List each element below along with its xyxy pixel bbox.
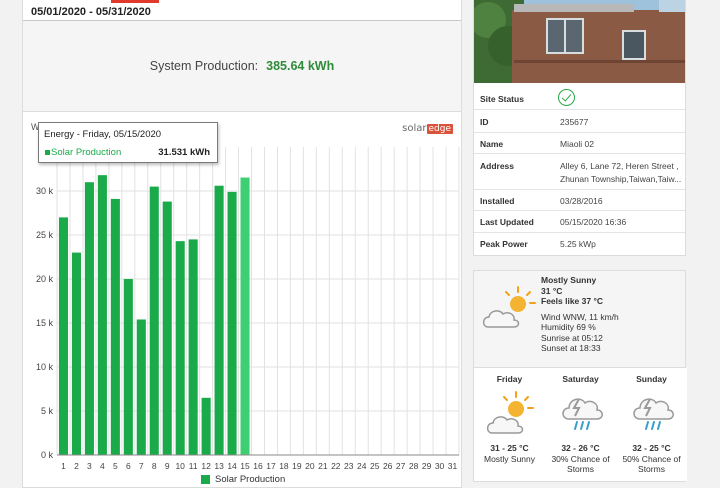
site-peak-power-value: 5.25 kWp xyxy=(560,239,596,249)
x-tick-label: 7 xyxy=(139,461,144,471)
site-row-address: Address Alley 6, Lane 72, Heren Street ,… xyxy=(474,154,685,190)
storm-icon xyxy=(557,389,607,441)
tooltip-value: 31.531 kWh xyxy=(158,147,210,158)
bar-day-3[interactable] xyxy=(84,182,94,455)
y-tick-label: 10 k xyxy=(36,362,54,372)
chart-legend[interactable]: Solar Production xyxy=(201,474,285,485)
x-tick-label: 16 xyxy=(253,461,263,471)
x-tick-label: 23 xyxy=(344,461,354,471)
date-range[interactable]: 05/01/2020 - 05/31/2020 xyxy=(31,6,151,18)
site-row-id: ID 235677 xyxy=(474,110,685,133)
legend-label: Solar Production xyxy=(215,474,286,485)
y-tick-label: 25 k xyxy=(36,230,54,240)
x-tick-label: 2 xyxy=(74,461,79,471)
site-id-value: 235677 xyxy=(560,117,589,127)
site-installed-value: 03/28/2016 xyxy=(560,196,603,206)
x-tick-label: 14 xyxy=(227,461,237,471)
energy-chart-svg: 0 k5 k10 k15 k20 k25 k30 k1 2 3 4 5 6 7 8 9 10 11 1… xyxy=(36,147,460,471)
partly-sunny-icon xyxy=(486,389,536,441)
forecast-day-1: Friday 31 - 25 °C Mostly Sunny xyxy=(474,368,545,481)
production-panel: 05/01/2020 - 05/31/2020 System Productio… xyxy=(22,0,462,488)
x-tick-label: 22 xyxy=(331,461,341,471)
x-tick-label: 10 xyxy=(175,461,185,471)
x-tick-label: 6 xyxy=(126,461,131,471)
site-row-last-updated: Last Updated 05/15/2020 16:36 xyxy=(474,211,685,233)
bar-day-15[interactable] xyxy=(240,177,250,455)
site-row-status: Site Status xyxy=(474,86,685,110)
bar-day-9[interactable] xyxy=(162,201,172,455)
date-accent-bar xyxy=(111,0,159,3)
x-tick-label: 26 xyxy=(383,461,393,471)
site-row-installed: Installed 03/28/2016 xyxy=(474,190,685,211)
x-tick-label: 25 xyxy=(370,461,380,471)
forecast-day-2: Saturday 32 - 26 °C 30% Chance of Storms xyxy=(545,368,616,481)
system-production-value: 385.64 kWh xyxy=(266,59,335,73)
y-tick-label: 0 k xyxy=(41,450,54,460)
legend-swatch xyxy=(201,475,210,484)
storm-icon xyxy=(628,389,678,441)
x-tick-label: 24 xyxy=(357,461,367,471)
x-tick-label: 3 xyxy=(87,461,92,471)
x-tick-label: 5 xyxy=(113,461,118,471)
x-tick-label: 30 xyxy=(435,461,445,471)
current-weather: Mostly Sunny 31 °C Feels like 37 °C Wind… xyxy=(541,275,619,353)
chart-tooltip: Energy - Friday, 05/15/2020 Solar Produc… xyxy=(38,122,218,163)
bar-day-11[interactable] xyxy=(188,239,198,455)
forecast-day-3: Sunday 32 - 25 °C 50% Chance of Storms xyxy=(616,368,687,481)
bar-day-14[interactable] xyxy=(227,191,237,455)
site-address-value: Alley 6, Lane 72, Heren Street , Zhunan … xyxy=(560,161,682,184)
x-tick-label: 9 xyxy=(165,461,170,471)
bar-day-7[interactable] xyxy=(136,319,146,455)
x-tick-label: 20 xyxy=(305,461,315,471)
site-status-key: Site Status xyxy=(480,94,524,104)
x-tick-label: 21 xyxy=(318,461,328,471)
x-tick-label: 4 xyxy=(100,461,105,471)
site-photo xyxy=(474,0,685,83)
y-tick-label: 20 k xyxy=(36,274,54,284)
x-tick-label: 12 xyxy=(201,461,211,471)
y-tick-label: 5 k xyxy=(41,406,54,416)
bar-day-8[interactable] xyxy=(149,186,159,455)
x-tick-label: 15 xyxy=(240,461,250,471)
bar-day-13[interactable] xyxy=(214,185,224,455)
x-tick-label: 13 xyxy=(214,461,224,471)
bar-day-6[interactable] xyxy=(123,279,133,455)
weather-panel: Mostly Sunny 31 °C Feels like 37 °C Wind… xyxy=(473,270,687,482)
x-tick-label: 19 xyxy=(292,461,302,471)
x-tick-label: 27 xyxy=(396,461,406,471)
bar-day-10[interactable] xyxy=(175,241,185,455)
partly-sunny-icon xyxy=(480,283,540,338)
site-row-name: Name Miaoli 02 xyxy=(474,133,685,154)
x-tick-label: 8 xyxy=(152,461,157,471)
bar-day-5[interactable] xyxy=(110,198,120,456)
x-tick-label: 31 xyxy=(448,461,458,471)
tooltip-title: Energy - Friday, 05/15/2020 xyxy=(44,129,162,140)
x-tick-label: 29 xyxy=(422,461,432,471)
site-row-peak-power: Peak Power 5.25 kWp xyxy=(474,233,685,255)
system-production-label: System Production: xyxy=(149,59,259,73)
y-tick-label: 30 k xyxy=(36,186,54,196)
tooltip-series-name: Solar Production xyxy=(51,147,122,158)
bar-day-2[interactable] xyxy=(71,252,81,455)
check-circle-icon xyxy=(558,89,575,106)
x-tick-label: 11 xyxy=(189,461,198,471)
x-tick-label: 17 xyxy=(266,461,276,471)
x-tick-label: 1 xyxy=(61,461,66,471)
x-tick-label: 28 xyxy=(409,461,419,471)
solaredge-logo: solar edge xyxy=(402,123,453,134)
tooltip-swatch xyxy=(45,150,50,155)
y-tick-label: 15 k xyxy=(36,318,54,328)
system-production-box: System Production: 385.64 kWh xyxy=(23,21,461,112)
bar-day-12[interactable] xyxy=(201,397,211,455)
bar-day-1[interactable] xyxy=(58,217,69,455)
energy-chart: 0 k5 k 10 k 15 k 20 k 25 k 30 k 1 2 3 4 5 6 7 8 9 10 11 1… xyxy=(23,112,463,488)
site-info-panel: Site Status ID 235677 Name Miaoli 02 Add… xyxy=(473,0,686,256)
bar-day-4[interactable] xyxy=(97,175,107,455)
site-last-updated-value: 05/15/2020 16:36 xyxy=(560,217,627,227)
x-tick-label: 18 xyxy=(279,461,289,471)
site-name-value: Miaoli 02 xyxy=(560,139,595,149)
